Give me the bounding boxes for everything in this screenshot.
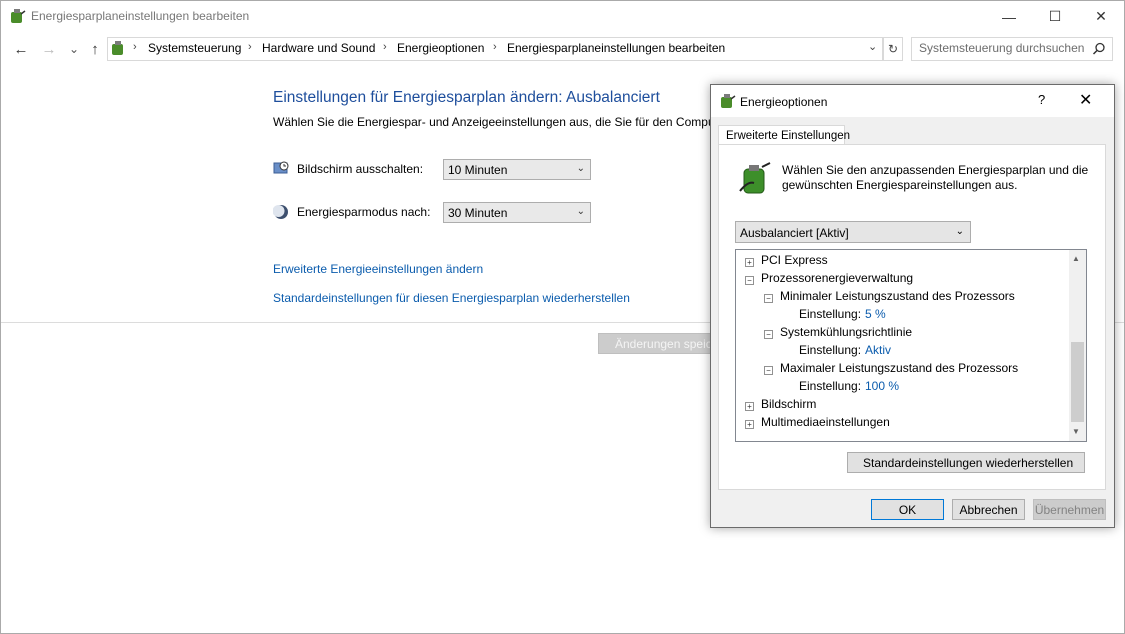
display-clock-icon — [273, 161, 289, 174]
apply-button[interactable]: Übernehmen — [1033, 499, 1106, 520]
ok-button[interactable]: OK — [871, 499, 944, 520]
collapse-icon[interactable]: − — [745, 276, 754, 285]
chevron-down-icon: ⌄ — [576, 206, 585, 217]
display-off-label: Bildschirm ausschalten: — [297, 162, 424, 176]
tree-item-pci-express[interactable]: PCI Express — [761, 253, 828, 267]
tree-item-max-state[interactable]: Maximaler Leistungszustand des Prozessor… — [780, 361, 1018, 375]
collapse-icon[interactable]: − — [764, 330, 773, 339]
tree-item-display[interactable]: Bildschirm — [761, 397, 816, 411]
tree-item-cooling[interactable]: Systemkühlungsrichtlinie — [780, 325, 912, 339]
collapse-icon[interactable]: − — [764, 366, 773, 375]
restore-defaults-link[interactable]: Standardeinstellungen für diesen Energie… — [273, 291, 630, 305]
breadcrumb-separator: › — [493, 41, 497, 53]
display-off-value: 10 Minuten — [448, 163, 508, 177]
settings-tree[interactable]: + PCI Express − Prozessorenergieverwaltu… — [735, 249, 1087, 442]
setting-label: Einstellung: — [799, 343, 862, 357]
tree-item-multimedia[interactable]: Multimediaeinstellungen — [761, 415, 890, 429]
sleep-value: 30 Minuten — [448, 206, 508, 220]
forward-button[interactable]: → — [39, 39, 59, 59]
cancel-label: Abbrechen — [959, 503, 1018, 517]
advanced-settings-link[interactable]: Erweiterte Energieeinstellungen ändern — [273, 262, 483, 276]
address-dropdown-icon[interactable]: ⌄ — [868, 40, 877, 53]
plan-select[interactable]: Ausbalanciert [Aktiv] ⌄ — [735, 221, 971, 243]
control-panel-icon — [112, 41, 123, 55]
breadcrumb-systemsteuerung[interactable]: Systemsteuerung — [148, 41, 241, 55]
battery-plug-icon — [739, 162, 771, 194]
minimize-button[interactable]: — — [986, 1, 1032, 32]
max-state-value[interactable]: 100 % — [865, 379, 899, 393]
min-state-value[interactable]: 5 % — [865, 307, 886, 321]
tree-item-processor[interactable]: Prozessorenergieverwaltung — [761, 271, 913, 285]
search-icon — [1092, 42, 1105, 55]
plan-value: Ausbalanciert [Aktiv] — [740, 226, 849, 240]
chevron-down-icon: ⌄ — [955, 226, 964, 237]
breadcrumb-separator: › — [133, 41, 137, 53]
cooling-value[interactable]: Aktiv — [865, 343, 891, 357]
dialog-close-button[interactable]: ✕ — [1079, 90, 1092, 110]
dialog-title-bar: Energieoptionen ? ✕ — [711, 85, 1114, 117]
refresh-icon[interactable]: ↻ — [883, 37, 903, 61]
chevron-down-icon: ⌄ — [576, 163, 585, 174]
tab-advanced-settings[interactable]: Erweiterte Einstellungen — [718, 125, 850, 146]
setting-label: Einstellung: — [799, 307, 862, 321]
window-title: Energiesparplaneinstellungen bearbeiten — [31, 9, 250, 23]
breadcrumb-hardware-und-sound[interactable]: Hardware und Sound — [262, 41, 375, 55]
page-title: Einstellungen für Energiesparplan ändern… — [273, 89, 660, 106]
power-options-icon — [721, 94, 736, 108]
page-description: Wählen Sie die Energiespar- und Anzeigee… — [273, 115, 713, 129]
title-bar: Energiesparplaneinstellungen bearbeiten … — [1, 1, 1124, 32]
back-button[interactable]: ← — [11, 39, 31, 59]
sleep-label: Energiesparmodus nach: — [297, 205, 431, 219]
restore-defaults-label: Standardeinstellungen wiederherstellen — [863, 456, 1074, 470]
dialog-title: Energieoptionen — [740, 95, 828, 109]
expand-icon[interactable]: + — [745, 420, 754, 429]
up-button[interactable]: ↑ — [85, 39, 105, 59]
power-options-dialog: Energieoptionen ? ✕ Erweiterte Einstellu… — [710, 84, 1115, 528]
breadcrumb-plan-settings[interactable]: Energiesparplaneinstellungen bearbeiten — [507, 41, 725, 55]
recent-locations-button[interactable]: ⌄ — [64, 39, 84, 59]
tab-label: Erweiterte Einstellungen — [726, 130, 851, 142]
collapse-icon[interactable]: − — [764, 294, 773, 303]
setting-label: Einstellung: — [799, 379, 862, 393]
sleep-moon-icon — [273, 205, 288, 219]
maximize-button[interactable]: ☐ — [1032, 1, 1078, 32]
restore-defaults-button[interactable]: Standardeinstellungen wiederherstellen — [847, 452, 1085, 473]
dialog-description-line1: Wählen Sie den anzupassenden Energiespar… — [782, 163, 1089, 177]
power-options-icon — [11, 9, 26, 23]
cancel-button[interactable]: Abbrechen — [952, 499, 1025, 520]
close-button[interactable]: ✕ — [1078, 1, 1124, 32]
ok-label: OK — [898, 503, 917, 517]
expand-icon[interactable]: + — [745, 258, 754, 267]
help-button[interactable]: ? — [1038, 92, 1045, 107]
dialog-description-line2: gewünschten Energiespareinstellungen aus… — [782, 178, 1018, 192]
expand-icon[interactable]: + — [745, 402, 754, 411]
search-placeholder: Systemsteuerung durchsuchen — [919, 41, 1085, 55]
scrollbar-thumb[interactable] — [1071, 342, 1084, 422]
breadcrumb-energieoptionen[interactable]: Energieoptionen — [397, 41, 484, 55]
apply-label: Übernehmen — [1034, 503, 1105, 517]
save-changes-button[interactable]: Änderungen speichern — [598, 333, 736, 354]
breadcrumb-separator: › — [248, 41, 252, 53]
scroll-down-icon[interactable]: ▼ — [1072, 427, 1080, 436]
tree-item-min-state[interactable]: Minimaler Leistungszustand des Prozessor… — [780, 289, 1015, 303]
scroll-up-icon[interactable]: ▲ — [1072, 254, 1080, 263]
display-off-select[interactable]: 10 Minuten ⌄ — [443, 159, 591, 180]
sleep-select[interactable]: 30 Minuten ⌄ — [443, 202, 591, 223]
breadcrumb-separator: › — [383, 41, 387, 53]
